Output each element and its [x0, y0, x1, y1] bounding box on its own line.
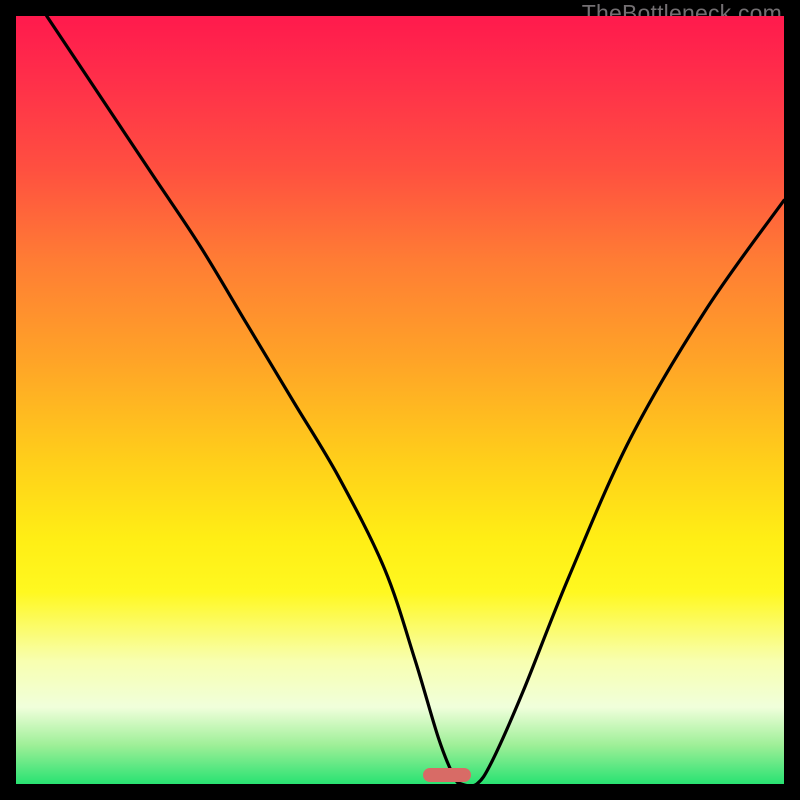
bottleneck-curve	[16, 16, 784, 784]
plot-area	[16, 16, 784, 784]
chart-container: TheBottleneck.com	[0, 0, 800, 800]
optimal-marker	[423, 768, 471, 782]
